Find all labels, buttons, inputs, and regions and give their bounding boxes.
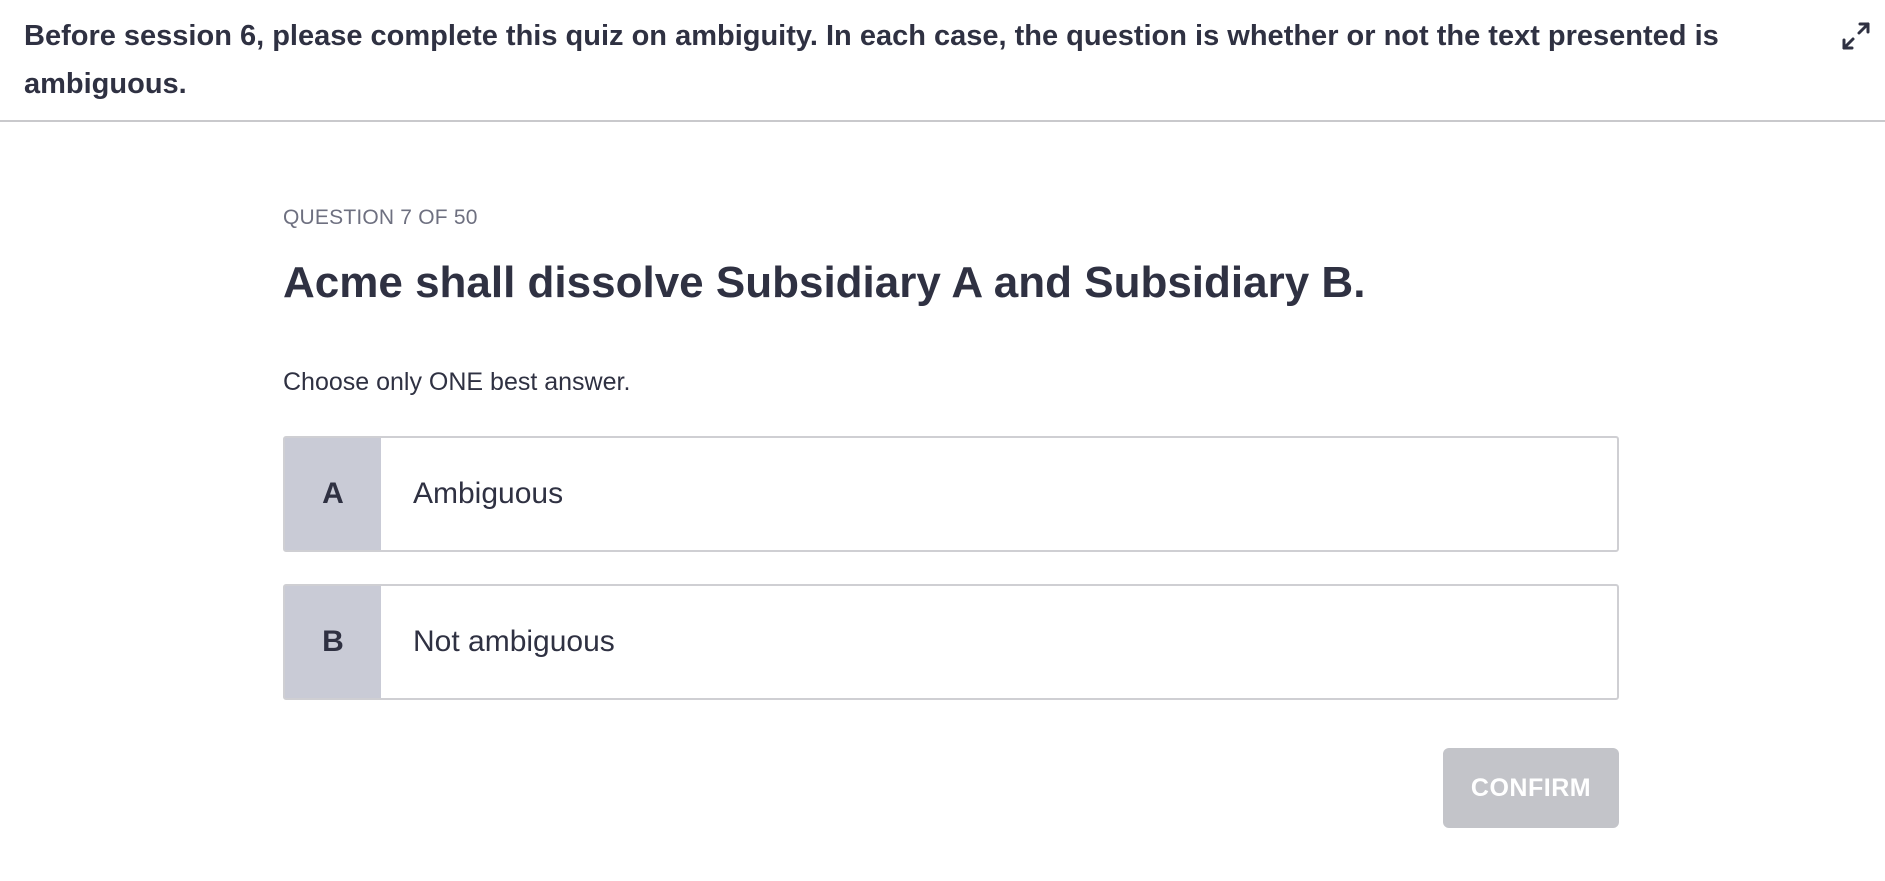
quiz-instructions: Before session 6, please complete this q…	[24, 20, 1719, 100]
option-label: Ambiguous	[413, 477, 564, 510]
quiz-header: Before session 6, please complete this q…	[0, 0, 1885, 122]
option-letter: B	[285, 586, 381, 698]
confirm-button[interactable]: CONFIRM	[1443, 748, 1619, 828]
answer-option-b[interactable]: B Not ambiguous	[283, 584, 1619, 700]
expand-button[interactable]	[1836, 16, 1876, 56]
question-title: Acme shall dissolve Subsidiary A and Sub…	[283, 258, 1366, 307]
answer-option-a[interactable]: A Ambiguous	[283, 436, 1619, 552]
question-counter: QUESTION 7 OF 50	[283, 206, 478, 229]
option-letter: A	[285, 438, 381, 550]
option-label: Not ambiguous	[413, 625, 615, 658]
answer-instruction: Choose only ONE best answer.	[283, 368, 631, 396]
expand-icon	[1842, 22, 1870, 50]
